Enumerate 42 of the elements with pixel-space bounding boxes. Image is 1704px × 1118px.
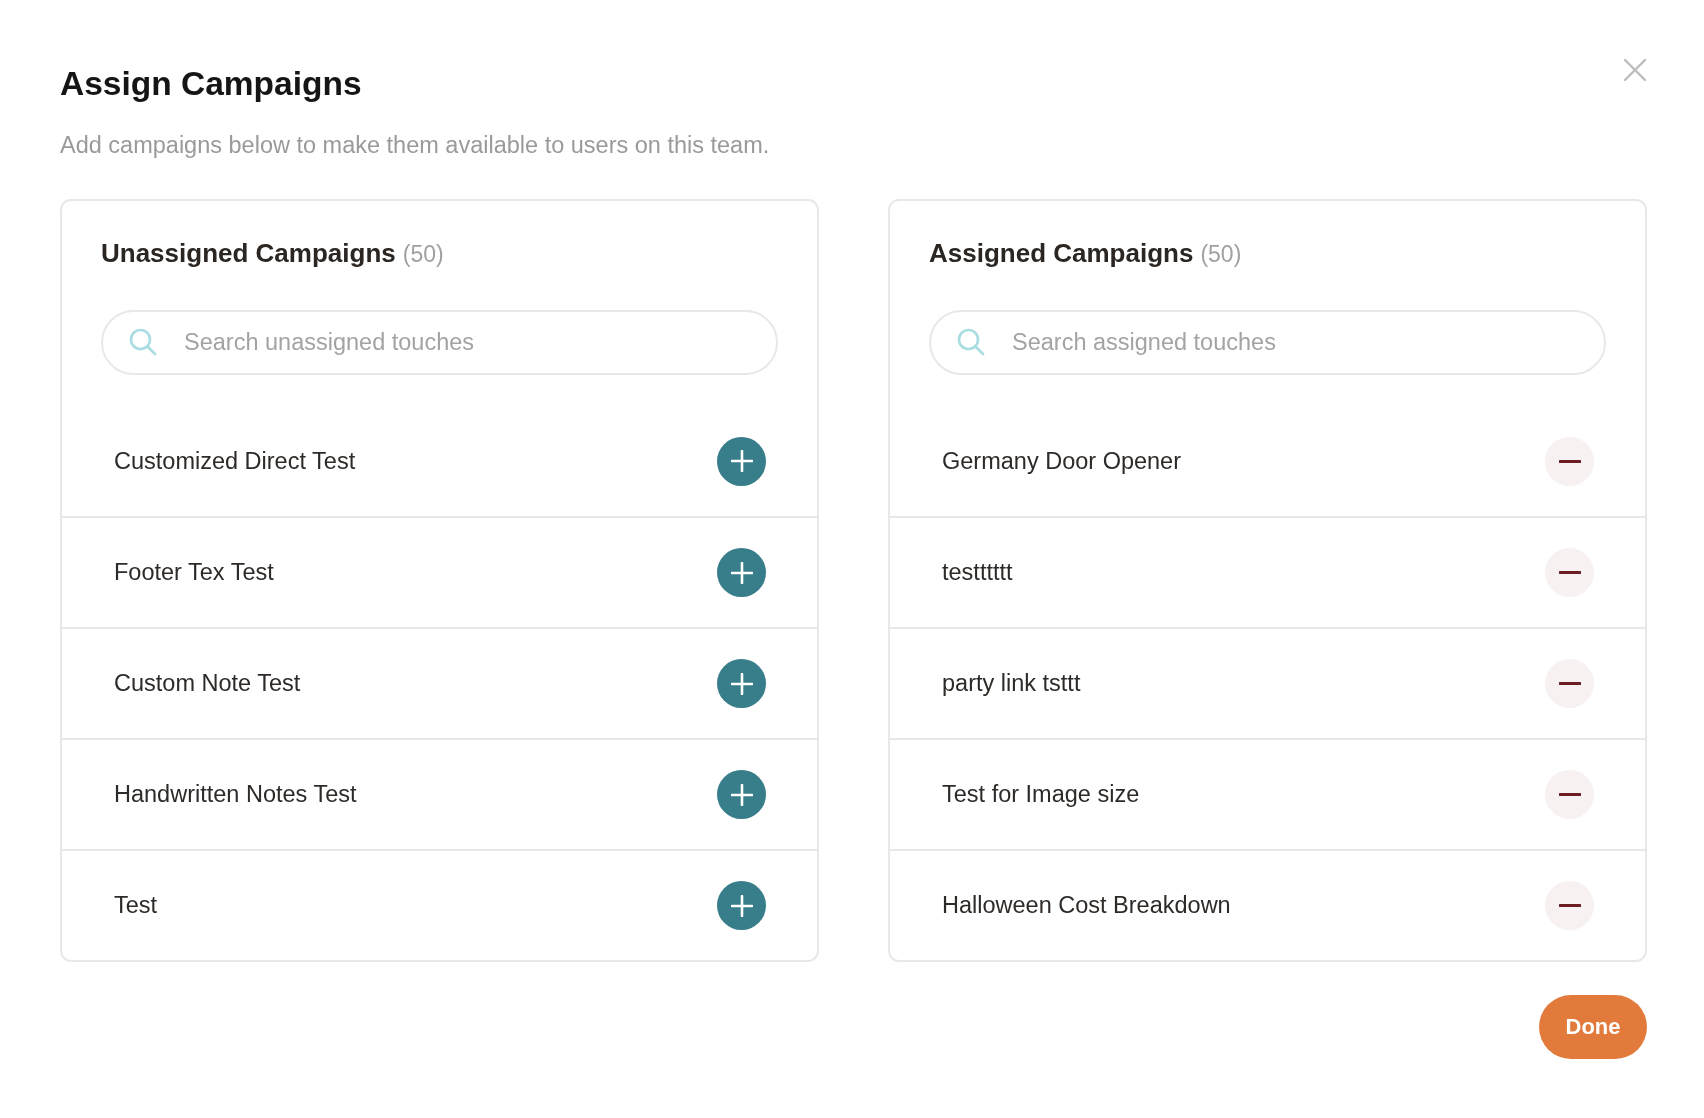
item-count: (50) (402, 240, 444, 269)
search-icon (129, 328, 157, 356)
plus-icon (730, 894, 753, 917)
remove-button[interactable] (1545, 881, 1594, 930)
close-icon (1623, 58, 1647, 82)
add-button[interactable] (717, 659, 766, 708)
campaign-name: Customized Direct Test (114, 447, 356, 475)
add-button[interactable] (717, 770, 766, 819)
remove-button[interactable] (1545, 770, 1594, 819)
campaign-name: testttttt (942, 559, 1013, 586)
add-button[interactable] (717, 881, 766, 930)
minus-icon (1558, 793, 1581, 796)
panel-title: Assigned Campaigns (929, 238, 1194, 268)
dialog-subtitle: Add campaigns below to make them available to users on this team. (60, 131, 771, 160)
remove-button[interactable] (1545, 659, 1594, 708)
plus-icon (730, 783, 753, 806)
search-field[interactable]: Search assigned touches (929, 310, 1606, 375)
panel-title: Unassigned Campaigns (101, 238, 396, 268)
campaign-name: Halloween Cost Breakdown (942, 892, 1231, 919)
minus-icon (1558, 682, 1581, 685)
search-field[interactable]: Search unassigned touches (101, 310, 778, 375)
campaign-name: Test (114, 892, 158, 919)
minus-icon (1558, 571, 1581, 574)
campaign-name: Footer Tex Test (114, 559, 274, 586)
add-button[interactable] (717, 548, 766, 597)
add-button[interactable] (717, 436, 766, 486)
done-button[interactable]: Done (1539, 995, 1647, 1059)
minus-icon (1558, 459, 1581, 463)
campaign-name: party link tsttt (942, 670, 1081, 697)
campaign-name: Germany Door Opener (942, 447, 1182, 475)
remove-button[interactable] (1545, 548, 1594, 597)
plus-icon (730, 672, 753, 695)
search-icon (957, 328, 985, 356)
campaign-name: Custom Note Test (114, 670, 301, 697)
remove-button[interactable] (1545, 436, 1594, 486)
minus-icon (1558, 904, 1581, 907)
item-count: (50) (1200, 240, 1242, 269)
campaign-name: Test for Image size (942, 781, 1140, 808)
campaign-name: Handwritten Notes Test (114, 781, 357, 808)
dialog-title: Assign Campaigns (60, 64, 362, 104)
plus-icon (730, 561, 753, 584)
plus-icon (730, 450, 753, 472)
